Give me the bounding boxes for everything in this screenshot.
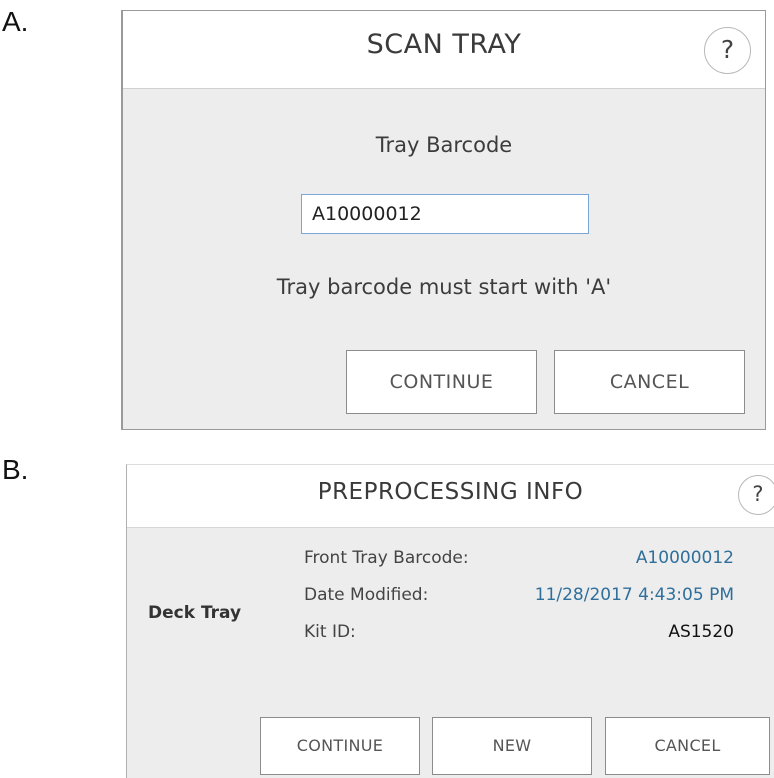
cancel-button[interactable]: CANCEL xyxy=(554,350,745,414)
help-button[interactable]: ? xyxy=(704,27,751,74)
scan-tray-dialog: SCAN TRAY ? Tray Barcode Tray barcode mu… xyxy=(121,10,766,430)
new-button[interactable]: NEW xyxy=(432,717,592,775)
dialog-titlebar: PREPROCESSING INFO ? xyxy=(127,465,774,528)
help-button[interactable]: ? xyxy=(738,475,774,515)
cancel-button[interactable]: CANCEL xyxy=(605,717,770,775)
kit-id-value: AS1520 xyxy=(668,622,734,642)
tray-barcode-input[interactable] xyxy=(301,194,589,234)
kit-id-label: Kit ID: xyxy=(304,622,356,642)
panel-label-b: B. xyxy=(2,454,29,485)
continue-button[interactable]: CONTINUE xyxy=(260,717,420,775)
dialog-title: SCAN TRAY xyxy=(366,29,522,60)
front-tray-barcode-value: A10000012 xyxy=(635,548,734,568)
continue-button[interactable]: CONTINUE xyxy=(346,350,537,414)
front-tray-barcode-label: Front Tray Barcode: xyxy=(304,548,469,568)
deck-tray-label: Deck Tray xyxy=(148,603,242,623)
preprocessing-info-dialog: PREPROCESSING INFO ? Deck Tray Front Tra… xyxy=(126,464,774,778)
date-modified-value: 11/28/2017 4:43:05 PM xyxy=(534,585,734,605)
dialog-titlebar: SCAN TRAY ? xyxy=(123,11,765,89)
tray-barcode-label: Tray Barcode xyxy=(375,133,513,157)
date-modified-label: Date Modified: xyxy=(304,585,429,605)
dialog-title: PREPROCESSING INFO xyxy=(317,479,584,505)
panel-label-a: A. xyxy=(2,6,29,37)
barcode-hint-text: Tray barcode must start with 'A' xyxy=(276,275,612,299)
